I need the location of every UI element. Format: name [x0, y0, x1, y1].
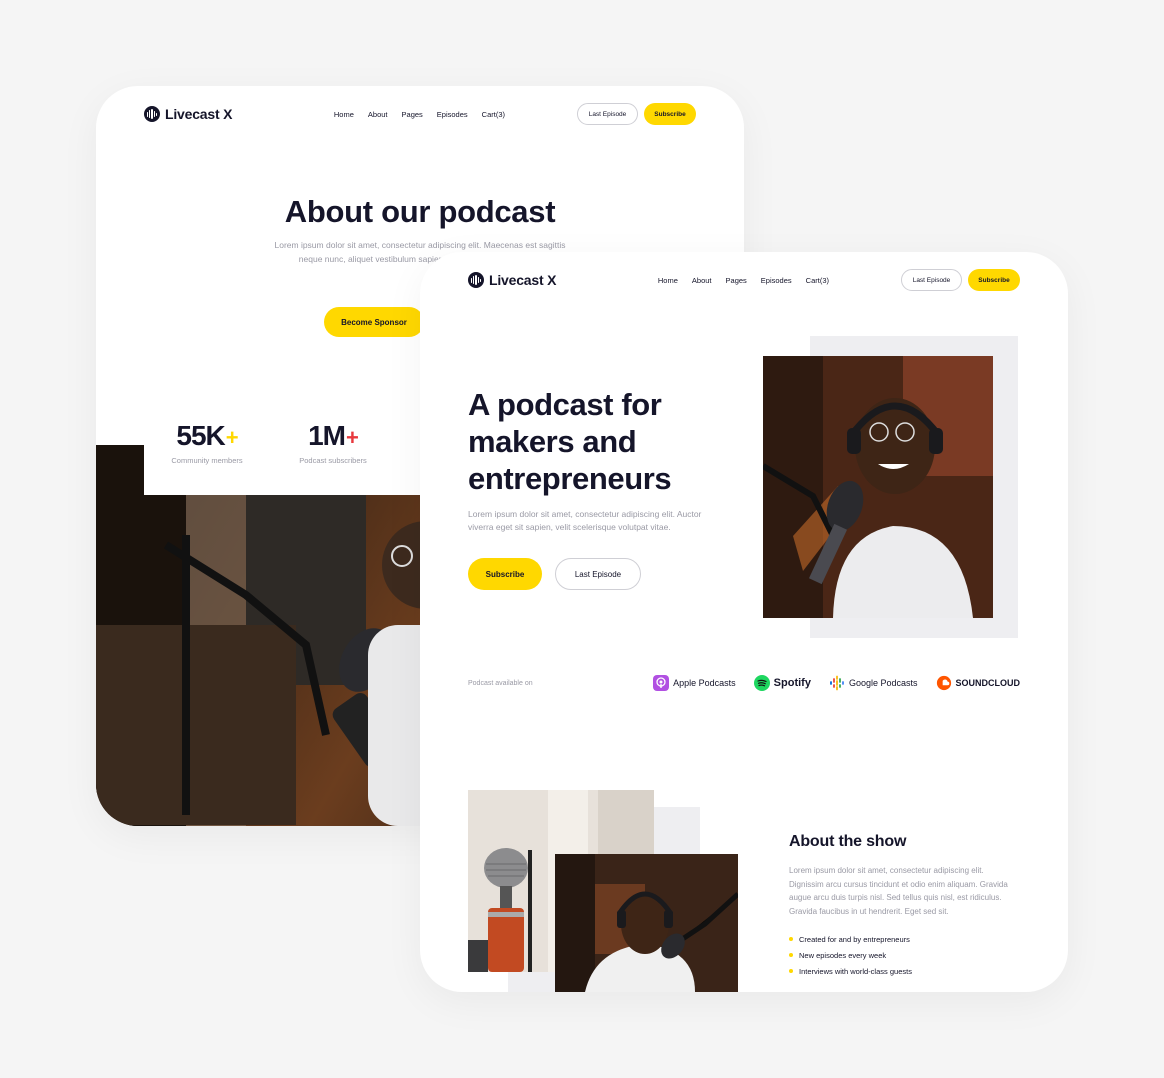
nav-pages[interactable]: Pages — [726, 276, 747, 285]
nav-cart[interactable]: Cart(3) — [806, 276, 829, 285]
show-highlights: Created for and by entrepreneurs New epi… — [789, 931, 912, 979]
home-page-card: Livecast X Home About Pages Episodes Car… — [420, 252, 1068, 992]
nav-episodes[interactable]: Episodes — [437, 110, 468, 119]
stats-panel: 55K+ Community members 1M+ Podcast subsc… — [144, 390, 444, 495]
hero-description: Lorem ipsum dolor sit amet, consectetur … — [468, 509, 702, 532]
sound-wave-icon — [144, 106, 160, 122]
nav-cart[interactable]: Cart(3) — [482, 110, 505, 119]
list-item-text: Interviews with world-class guests — [799, 966, 912, 976]
apple-podcasts-icon — [653, 675, 670, 691]
stat-community: 55K+ Community members — [144, 420, 270, 495]
bullet-dot-icon — [789, 937, 793, 941]
brand-name: Livecast X — [489, 272, 557, 288]
nav-about[interactable]: About — [368, 110, 388, 119]
last-episode-button[interactable]: Last Episode — [577, 103, 638, 125]
nav-about[interactable]: About — [692, 276, 712, 285]
hero-title: A podcast for makers and entrepreneurs — [468, 387, 672, 496]
platform-name: Spotify — [773, 677, 811, 689]
nav-pages[interactable]: Pages — [402, 110, 423, 119]
host-in-studio-illustration — [555, 854, 738, 992]
logo[interactable]: Livecast X — [144, 106, 232, 122]
subscribe-button[interactable]: Subscribe — [968, 269, 1020, 291]
sound-wave-icon — [468, 272, 484, 288]
top-nav: Livecast X Home About Pages Episodes Car… — [144, 102, 696, 126]
platform-name: SOUNDCLOUD — [955, 678, 1021, 688]
top-nav: Livecast X Home About Pages Episodes Car… — [468, 268, 1020, 292]
logo[interactable]: Livecast X — [468, 272, 556, 288]
hero-last-episode-button[interactable]: Last Episode — [555, 558, 641, 590]
nav-home[interactable]: Home — [658, 276, 678, 285]
stat-value: 55K — [176, 420, 225, 451]
become-sponsor-button[interactable]: Become Sponsor — [324, 307, 424, 337]
plus-icon: + — [346, 425, 359, 450]
stat-label: Podcast subscribers — [299, 456, 367, 465]
list-item-text: New episodes every week — [799, 950, 887, 960]
hero-actions: Subscribe Last Episode — [468, 558, 641, 590]
stat-label: Community members — [171, 456, 243, 465]
platform-list: Apple Podcasts Spotify Google Podcasts S… — [653, 675, 1020, 691]
list-item: New episodes every week — [789, 947, 912, 963]
page-title: About our podcast — [284, 194, 556, 229]
host-with-headphones-illustration — [763, 356, 993, 618]
soundcloud-icon — [936, 675, 952, 691]
stat-value: 1M — [308, 420, 346, 451]
hero-subscribe-button[interactable]: Subscribe — [468, 558, 542, 590]
list-item: Interviews with world-class guests — [789, 963, 912, 979]
main-menu: Home About Pages Episodes Cart(3) — [658, 276, 829, 285]
soundcloud-link[interactable]: SOUNDCLOUD — [936, 675, 1021, 691]
list-item: Created for and by entrepreneurs — [789, 931, 912, 947]
platform-name: Apple Podcasts — [673, 678, 736, 688]
bullet-dot-icon — [789, 953, 793, 957]
nav-home[interactable]: Home — [334, 110, 354, 119]
platform-availability: Podcast available on Apple Podcasts Spot… — [468, 671, 1020, 695]
subscribe-button[interactable]: Subscribe — [644, 103, 696, 125]
host-adjusting-headphones-photo — [555, 854, 738, 992]
google-podcasts-link[interactable]: Google Podcasts — [829, 675, 918, 691]
google-podcasts-icon — [829, 675, 845, 691]
hero-host-photo — [763, 356, 993, 618]
spotify-icon — [753, 675, 770, 691]
availability-label: Podcast available on — [468, 679, 533, 687]
bullet-dot-icon — [789, 969, 793, 973]
nav-episodes[interactable]: Episodes — [761, 276, 792, 285]
spotify-link[interactable]: Spotify — [753, 675, 811, 691]
brand-name: Livecast X — [165, 106, 233, 122]
main-menu: Home About Pages Episodes Cart(3) — [334, 110, 505, 119]
apple-podcasts-link[interactable]: Apple Podcasts — [653, 675, 736, 691]
platform-name: Google Podcasts — [848, 678, 918, 688]
plus-icon: + — [225, 425, 239, 450]
about-show-description: Lorem ipsum dolor sit amet, consectetur … — [789, 866, 1008, 916]
list-item-text: Created for and by entrepreneurs — [799, 934, 910, 944]
about-show-title: About the show — [789, 833, 907, 850]
stat-subscribers: 1M+ Podcast subscribers — [270, 420, 396, 495]
last-episode-button[interactable]: Last Episode — [901, 269, 962, 291]
